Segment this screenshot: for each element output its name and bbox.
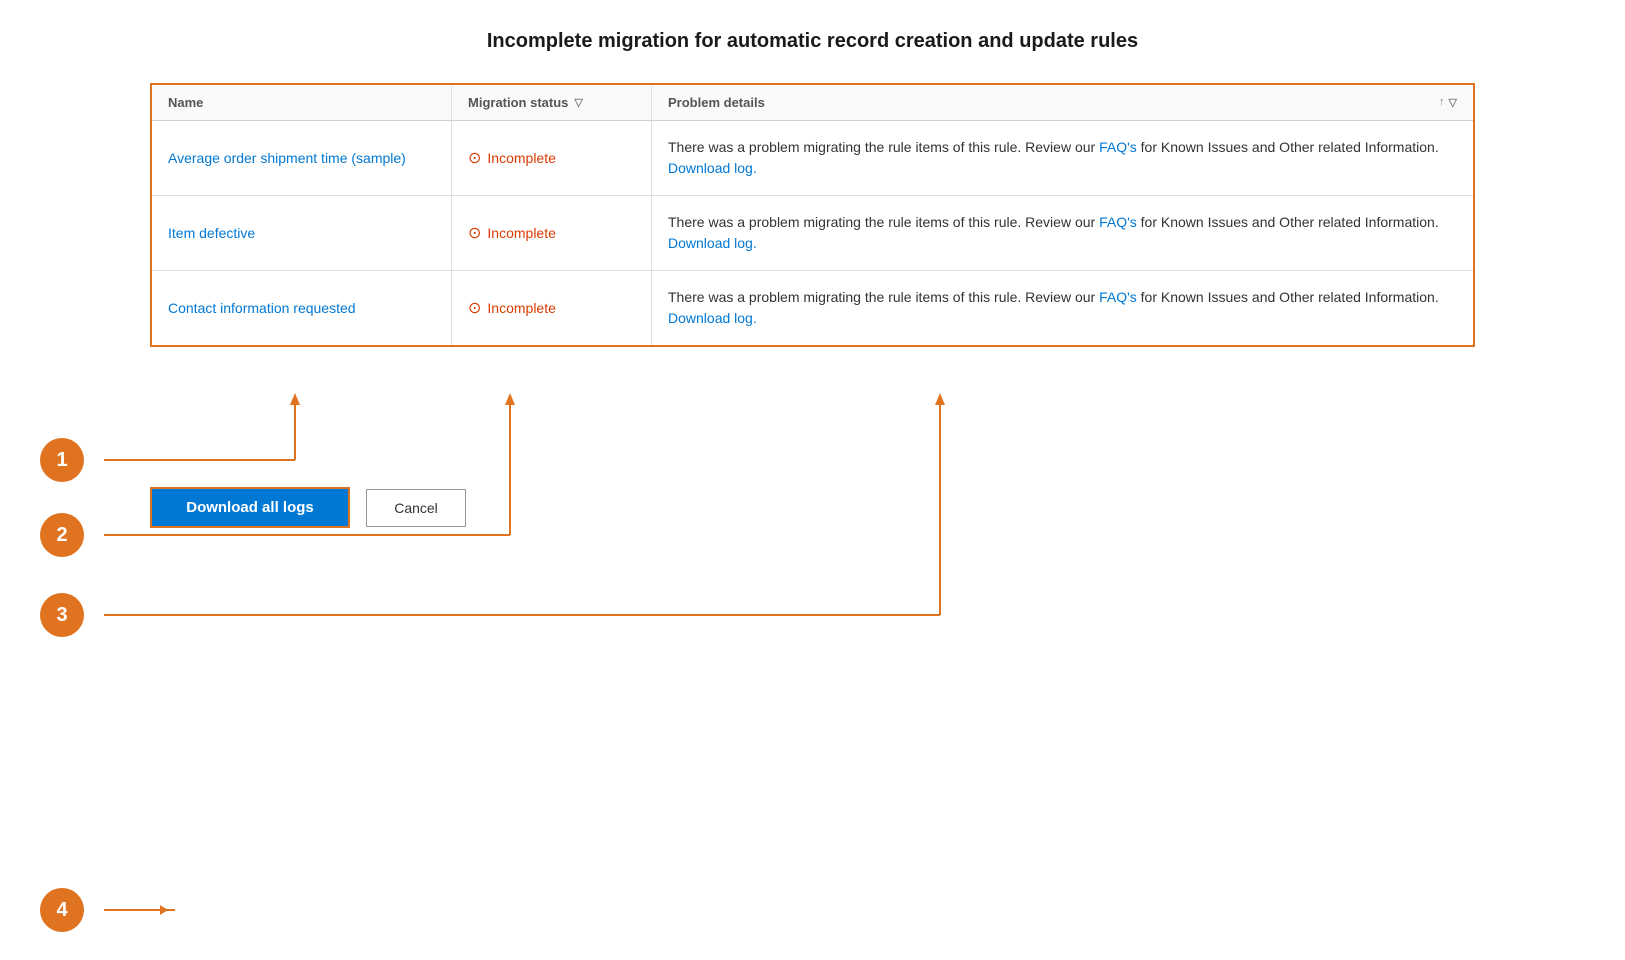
- table-header: Name Migration status ▽ Problem details …: [152, 85, 1473, 121]
- filter-icon-problem[interactable]: ▽: [1449, 96, 1457, 109]
- col-problem-header: Problem details ↑ ▽: [652, 85, 1473, 120]
- incomplete-icon-3: ⊙: [468, 298, 481, 318]
- col-problem-cell: There was a problem migrating the rule i…: [652, 121, 1473, 195]
- col-problem-cell: There was a problem migrating the rule i…: [652, 271, 1473, 345]
- download-log-link-1[interactable]: Download log.: [668, 160, 757, 176]
- annotation-circle-1: 1: [40, 438, 84, 482]
- table-row: Item defective ⊙ Incomplete There was a …: [152, 196, 1473, 271]
- download-all-logs-button[interactable]: Download all logs: [150, 487, 350, 528]
- col-status-header: Migration status ▽: [452, 85, 652, 120]
- rule-name-link-1[interactable]: Average order shipment time (sample): [168, 150, 406, 166]
- annotation-circle-4: 4: [40, 888, 84, 932]
- status-label-1: Incomplete: [487, 150, 555, 166]
- annotation-circle-2: 2: [40, 513, 84, 557]
- download-log-link-2[interactable]: Download log.: [668, 235, 757, 251]
- rule-name-link-2[interactable]: Item defective: [168, 225, 255, 241]
- col-name-cell: Item defective: [152, 196, 452, 270]
- col-name-cell: Average order shipment time (sample): [152, 121, 452, 195]
- faq-link-1[interactable]: FAQ's: [1099, 139, 1137, 155]
- annotation-circle-3: 3: [40, 593, 84, 637]
- status-label-3: Incomplete: [487, 300, 555, 316]
- filter-icon[interactable]: ▽: [574, 96, 582, 109]
- table-row: Contact information requested ⊙ Incomple…: [152, 271, 1473, 345]
- page-title: Incomplete migration for automatic recor…: [50, 30, 1575, 53]
- col-problem-cell: There was a problem migrating the rule i…: [652, 196, 1473, 270]
- download-log-link-3[interactable]: Download log.: [668, 310, 757, 326]
- cancel-button[interactable]: Cancel: [366, 489, 466, 527]
- footer-area: Download all logs Cancel: [50, 467, 1575, 548]
- col-name-header: Name: [152, 85, 452, 120]
- faq-link-2[interactable]: FAQ's: [1099, 214, 1137, 230]
- sort-icon[interactable]: ↑: [1439, 96, 1445, 109]
- col-status-cell: ⊙ Incomplete: [452, 196, 652, 270]
- faq-link-3[interactable]: FAQ's: [1099, 289, 1137, 305]
- status-label-2: Incomplete: [487, 225, 555, 241]
- col-name-cell: Contact information requested: [152, 271, 452, 345]
- rule-name-link-3[interactable]: Contact information requested: [168, 300, 356, 316]
- table-row: Average order shipment time (sample) ⊙ I…: [152, 121, 1473, 196]
- incomplete-icon-2: ⊙: [468, 223, 481, 243]
- incomplete-icon-1: ⊙: [468, 148, 481, 168]
- col-status-cell: ⊙ Incomplete: [452, 271, 652, 345]
- sort-filter-icons: ↑ ▽: [1439, 96, 1457, 109]
- col-status-cell: ⊙ Incomplete: [452, 121, 652, 195]
- migration-table: Name Migration status ▽ Problem details …: [150, 83, 1475, 347]
